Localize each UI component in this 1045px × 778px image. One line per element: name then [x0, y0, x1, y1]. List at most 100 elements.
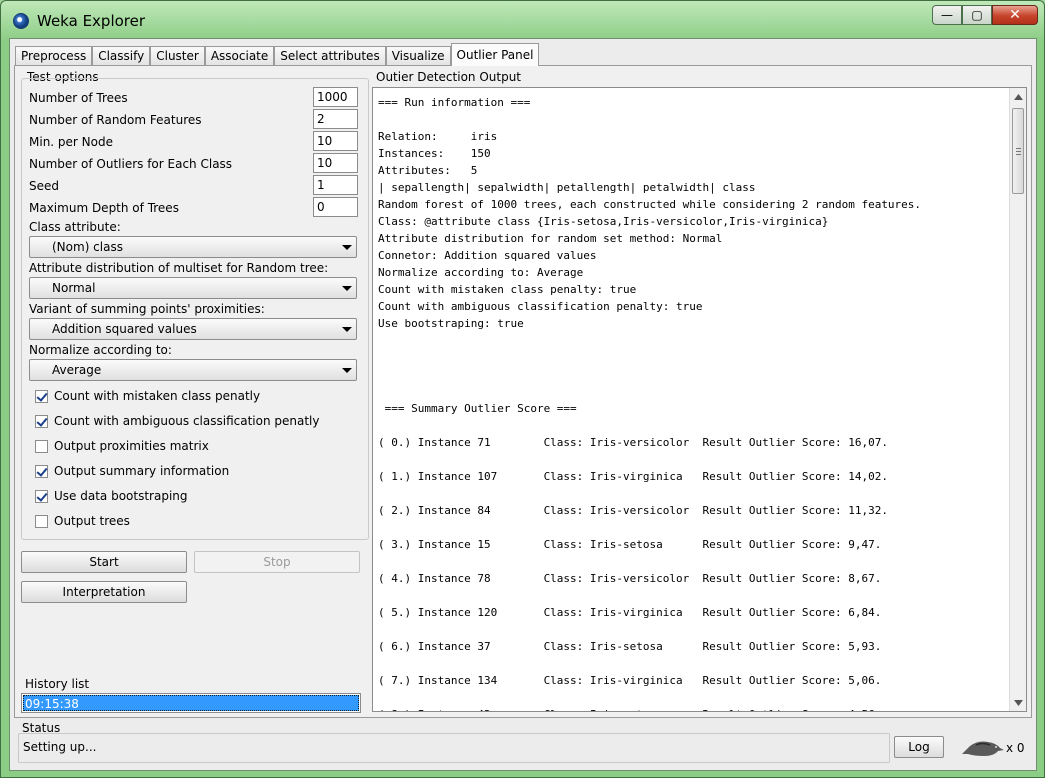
- tab-classify[interactable]: Classify: [92, 46, 151, 66]
- stop-button[interactable]: Stop: [194, 551, 360, 573]
- output-line: === Summary Outlier Score ===: [378, 402, 577, 415]
- chevron-down-icon: [342, 245, 352, 250]
- maximize-button[interactable]: ▢: [962, 5, 992, 25]
- output-line: ( 2.) Instance 84 Class: Iris-versicolor…: [378, 504, 888, 517]
- output-line: === Run information ===: [378, 96, 531, 109]
- checkbox-icon: [35, 414, 48, 428]
- tab-select-attributes[interactable]: Select attributes: [274, 46, 386, 66]
- checkbox-label: Count with ambiguous classification pena…: [54, 414, 320, 428]
- mistaken-class-checkbox[interactable]: Count with mistaken class penatly: [35, 387, 260, 405]
- outliers-per-class-input[interactable]: [313, 153, 358, 173]
- output-trees-checkbox[interactable]: Output trees: [35, 512, 130, 530]
- field-label: Number of Trees: [29, 91, 128, 105]
- close-button[interactable]: ✕: [992, 5, 1038, 25]
- output-line: Attribute distribution for random set me…: [378, 232, 723, 245]
- checkbox-icon: [35, 389, 48, 403]
- field-label: Number of Outliers for Each Class: [29, 157, 233, 171]
- select-value: Average: [52, 363, 102, 377]
- field-label: Number of Random Features: [29, 113, 202, 127]
- field-label: Seed: [29, 179, 59, 193]
- chevron-down-icon: [342, 327, 352, 332]
- chevron-down-icon: [342, 368, 352, 373]
- task-count: x 0: [1006, 741, 1025, 755]
- ambiguous-classification-checkbox[interactable]: Count with ambiguous classification pena…: [35, 412, 320, 430]
- scroll-down-icon[interactable]: [1010, 694, 1026, 711]
- summary-information-checkbox[interactable]: Output summary information: [35, 462, 229, 480]
- max-depth-input[interactable]: [313, 197, 358, 217]
- output-line: ( 6.) Instance 37 Class: Iris-setosa Res…: [378, 640, 882, 653]
- output-text: === Run information === Relation: iris In…: [378, 94, 922, 711]
- output-line: Attributes: 5: [378, 164, 478, 177]
- summing-variant-select[interactable]: Addition squared values: [29, 318, 357, 340]
- select-value: Addition squared values: [52, 322, 197, 336]
- output-line: Random forest of 1000 trees, each constr…: [378, 198, 922, 211]
- normalize-select[interactable]: Average: [29, 359, 357, 381]
- history-list[interactable]: 09:15:38: [21, 693, 361, 713]
- tab-strip: Preprocess Classify Cluster Associate Se…: [15, 43, 540, 66]
- status-message: Setting up...: [23, 740, 97, 754]
- status-box: Setting up...: [18, 733, 890, 763]
- interpretation-button[interactable]: Interpretation: [21, 581, 187, 603]
- output-title: Outier Detection Output: [376, 70, 522, 84]
- field-label: Maximum Depth of Trees: [29, 201, 179, 215]
- select-value: Normal: [52, 281, 96, 295]
- grip-line: [1016, 148, 1021, 149]
- scroll-thumb[interactable]: [1012, 108, 1024, 194]
- weka-app-icon: [13, 13, 29, 29]
- select-label: Class attribute:: [29, 220, 121, 234]
- vertical-scrollbar[interactable]: [1009, 88, 1026, 711]
- checkbox-icon: [35, 464, 48, 478]
- field-label: Min. per Node: [29, 135, 113, 149]
- window-title: Weka Explorer: [37, 12, 146, 30]
- tab-associate[interactable]: Associate: [204, 46, 275, 66]
- output-text-area[interactable]: === Run information === Relation: iris In…: [372, 87, 1027, 712]
- output-line: Class: @attribute class {Iris-setosa,Iri…: [378, 215, 829, 228]
- checkbox-label: Count with mistaken class penatly: [54, 389, 261, 403]
- select-label: Attribute distribution of multiset for R…: [29, 261, 329, 275]
- weka-bird-icon: [962, 741, 1004, 756]
- log-button[interactable]: Log: [894, 736, 944, 758]
- seed-input[interactable]: [313, 175, 358, 195]
- output-line: Use bootstraping: true: [378, 317, 524, 330]
- output-line: Connetor: Addition squared values: [378, 249, 597, 262]
- tab-visualize[interactable]: Visualize: [385, 46, 451, 66]
- proximities-matrix-checkbox[interactable]: Output proximities matrix: [35, 437, 209, 455]
- chevron-down-icon: [342, 286, 352, 291]
- attribute-distribution-select[interactable]: Normal: [29, 277, 357, 299]
- tab-outlier-panel[interactable]: Outlier Panel: [450, 43, 540, 66]
- number-of-trees-input[interactable]: [313, 87, 358, 107]
- class-attribute-select[interactable]: (Nom) class: [29, 236, 357, 258]
- random-features-input[interactable]: [313, 109, 358, 129]
- output-line: ( 8.) Instance 42 Class: Iris-setosa Res…: [378, 706, 921, 711]
- output-line: Relation: iris: [378, 130, 498, 143]
- select-label: Variant of summing points' proximities:: [29, 302, 265, 316]
- scroll-up-icon[interactable]: [1010, 88, 1026, 105]
- start-button[interactable]: Start: [21, 551, 187, 573]
- min-per-node-input[interactable]: [313, 131, 358, 151]
- minimize-button[interactable]: —: [932, 5, 962, 25]
- bootstraping-checkbox[interactable]: Use data bootstraping: [35, 487, 188, 505]
- output-line: ( 5.) Instance 120 Class: Iris-virginica…: [378, 606, 882, 619]
- output-line: Count with ambiguous classification pena…: [378, 300, 703, 313]
- output-line: Count with mistaken class penalty: true: [378, 283, 637, 296]
- tab-preprocess[interactable]: Preprocess: [15, 46, 93, 66]
- select-value: (Nom) class: [52, 240, 123, 254]
- tab-cluster[interactable]: Cluster: [150, 46, 205, 66]
- title-bar: Weka Explorer — ▢ ✕: [1, 1, 1044, 39]
- outlier-panel: Test options Number of Trees Number of R…: [14, 65, 1032, 718]
- output-line: ( 4.) Instance 78 Class: Iris-versicolor…: [378, 572, 882, 585]
- history-item[interactable]: 09:15:38: [23, 695, 359, 711]
